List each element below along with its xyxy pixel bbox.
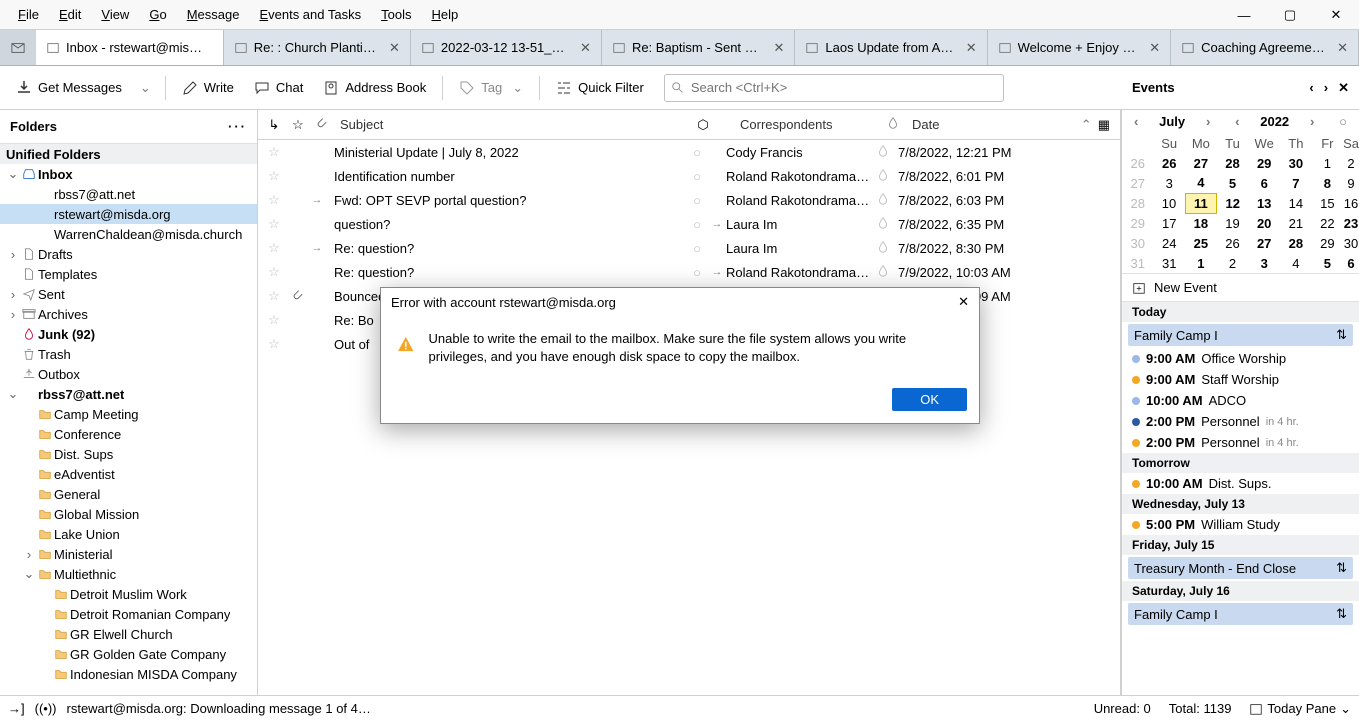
warning-icon [397,330,415,358]
dialog-overlay: Error with account rstewart@misda.org ✕ … [0,0,1359,695]
total-count: Total: 1139 [1169,701,1232,716]
today-pane-toggle[interactable]: Today Pane ⌄ [1249,701,1351,717]
activity-icon[interactable]: ((•)) [35,701,57,716]
error-dialog: Error with account rstewart@misda.org ✕ … [380,287,980,424]
unread-count: Unread: 0 [1094,701,1151,716]
dialog-message: Unable to write the email to the mailbox… [429,330,963,366]
dialog-title: Error with account rstewart@misda.org [391,295,616,310]
offline-icon[interactable]: →] [8,701,25,716]
dialog-close-button[interactable]: ✕ [958,294,969,310]
calendar-icon [1249,702,1263,716]
status-bar: →] ((•)) rstewart@misda.org: Downloading… [0,695,1359,721]
status-message: rstewart@misda.org: Downloading message … [67,701,371,716]
dialog-ok-button[interactable]: OK [892,388,967,411]
